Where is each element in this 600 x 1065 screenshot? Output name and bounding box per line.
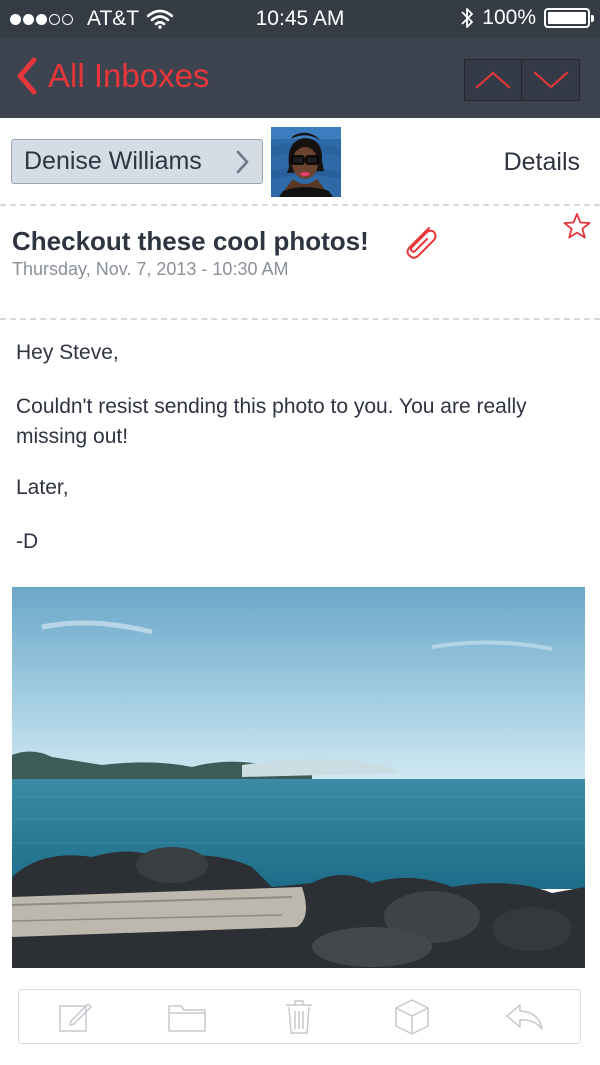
next-message-button[interactable]: [522, 59, 580, 101]
body-closing: Later,: [16, 476, 69, 499]
back-label: All Inboxes: [48, 57, 210, 94]
archive-button[interactable]: [384, 993, 440, 1041]
sender-name: Denise Williams: [24, 147, 202, 175]
chevron-down-icon: [532, 71, 569, 89]
delete-button[interactable]: [271, 993, 327, 1041]
message-date: Thursday, Nov. 7, 2013 - 10:30 AM: [12, 259, 289, 279]
compose-icon: [59, 1002, 93, 1032]
compose-button[interactable]: [47, 993, 103, 1041]
status-right: 100%: [460, 6, 594, 30]
previous-message-button[interactable]: [464, 59, 522, 101]
move-to-folder-button[interactable]: [159, 993, 215, 1041]
reply-icon: [506, 1003, 543, 1030]
back-button[interactable]: All Inboxes: [14, 56, 209, 96]
star-icon[interactable]: [563, 212, 591, 240]
divider-bottom: [0, 318, 600, 320]
body-paragraph: Couldn't resist sending this photo to yo…: [16, 395, 527, 448]
chevron-up-icon: [475, 71, 511, 89]
message-navigation: [464, 59, 580, 101]
message-toolbar: [18, 989, 581, 1044]
archive-box-icon: [394, 998, 429, 1035]
battery-level: [548, 12, 586, 24]
chevron-right-icon: [236, 150, 249, 174]
sender-button[interactable]: Denise Williams: [11, 139, 263, 184]
trash-icon: [286, 999, 313, 1034]
status-bar: AT&T 10:45 AM 100%: [0, 0, 600, 38]
navigation-bar: All Inboxes: [0, 38, 600, 118]
bluetooth-icon: [461, 8, 474, 28]
battery-percent: 100%: [482, 6, 536, 29]
reply-button[interactable]: [496, 993, 552, 1041]
details-link[interactable]: Details: [504, 148, 580, 177]
sender-avatar[interactable]: [271, 127, 341, 197]
paperclip-icon: [406, 227, 437, 259]
body-greeting: Hey Steve,: [16, 341, 119, 364]
battery-icon: [544, 8, 594, 28]
divider-top: [0, 204, 600, 206]
attached-photo[interactable]: [12, 587, 585, 968]
folder-icon: [168, 1004, 207, 1032]
message-subject: Checkout these cool photos!: [12, 226, 369, 256]
body-signature: -D: [16, 530, 39, 553]
chevron-left-icon: [17, 57, 37, 95]
